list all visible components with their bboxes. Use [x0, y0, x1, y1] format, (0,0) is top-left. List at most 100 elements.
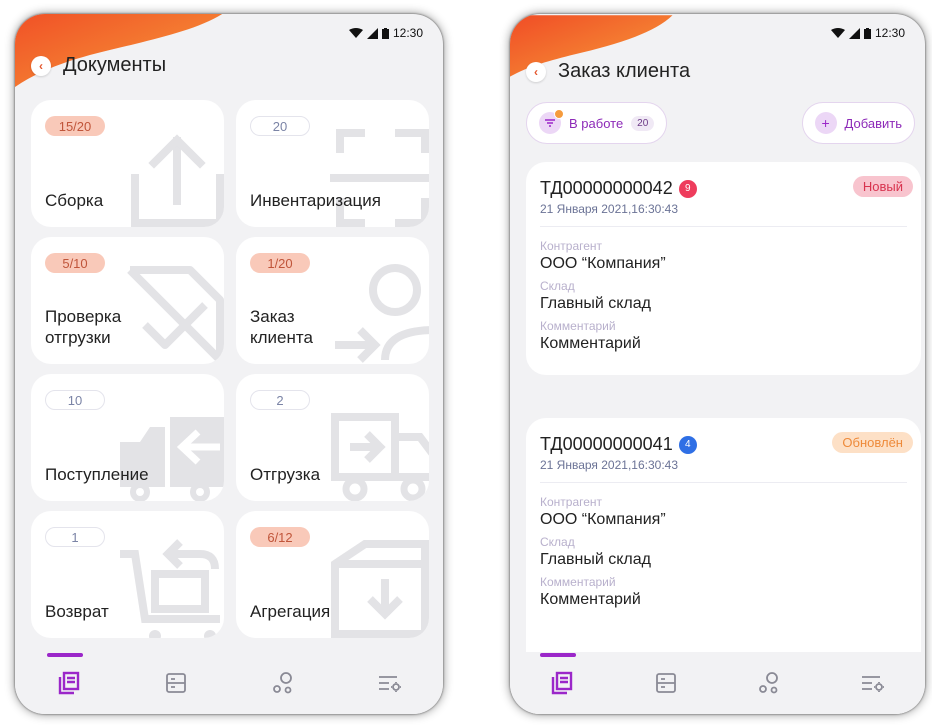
divider [540, 226, 907, 227]
counterparty-value: ООО “Компания” [540, 255, 666, 272]
add-label: Добавить [844, 115, 902, 131]
user-arrow-icon [335, 264, 429, 363]
tile-shipment-check[interactable]: 5/10 Проверка отгрузки [31, 237, 224, 364]
tile-label: Агрегация [250, 601, 331, 621]
order-count-badge: 4 [678, 435, 697, 454]
nav-circles[interactable] [739, 658, 799, 708]
settings-list-icon [378, 676, 401, 692]
tile-return[interactable]: 1 Возврат [31, 511, 224, 638]
counterparty-value: ООО “Компания” [540, 511, 666, 528]
signal-icon [366, 27, 378, 39]
page-title: Документы [63, 54, 167, 76]
status-bar: 12:30 [830, 24, 905, 42]
comment-label: Комментарий [540, 575, 616, 589]
tile-receipt[interactable]: 10 Поступление [31, 374, 224, 501]
warehouse-value: Главный склад [540, 295, 651, 312]
upload-icon [131, 134, 224, 227]
bottom-navigation [15, 652, 443, 714]
nav-list[interactable] [146, 658, 206, 708]
active-indicator [539, 653, 576, 657]
warehouse-label: Склад [540, 279, 575, 293]
battery-icon [381, 27, 389, 39]
filter-count: 20 [631, 115, 655, 131]
count-badge: 5/10 [45, 253, 105, 273]
tile-assembly[interactable]: 15/20 Сборка [31, 100, 224, 227]
tile-inventory[interactable]: 20 Инвентаризация [236, 100, 429, 227]
customer-order-screen: 12:30 ‹ Заказ клиента В работе 20 + Доба… [510, 14, 925, 714]
back-button[interactable]: ‹ [526, 61, 546, 82]
add-button[interactable]: + Добавить [801, 102, 915, 144]
comment-value: Комментарий [540, 335, 641, 352]
order-date: 21 Января 2021,16:30:43 [540, 202, 678, 216]
count-badge: 1 [45, 527, 105, 547]
counterparty-label: Контрагент [540, 495, 603, 509]
page-title: Заказ клиента [558, 60, 691, 82]
filter-icon [539, 109, 564, 134]
tile-label: Заказ клиента [250, 306, 313, 347]
count-badge: 1/20 [250, 253, 310, 273]
wifi-icon [348, 28, 363, 38]
tile-label: Сборка [45, 190, 104, 210]
screen-header: ‹ Документы [31, 54, 166, 77]
count-badge: 6/12 [250, 527, 310, 547]
nav-list[interactable] [636, 658, 696, 708]
circles-icon [272, 672, 292, 694]
chevron-left-icon: ‹ [39, 58, 43, 73]
wifi-icon [830, 28, 845, 38]
document-check-icon [127, 266, 224, 364]
order-card[interactable]: ТД00000000042 9 Новый 21 Января 2021,16:… [526, 162, 921, 375]
documents-screen: 12:30 ‹ Документы 15/20 Сборка 20 Инвент… [15, 14, 443, 714]
chevron-left-icon: ‹ [534, 64, 538, 79]
tile-label: Проверка отгрузки [45, 306, 122, 347]
order-number: ТД00000000042 [540, 178, 673, 198]
documents-icon [58, 671, 79, 695]
order-header: ТД00000000042 9 [540, 178, 907, 199]
order-count-badge: 9 [678, 179, 697, 198]
back-button[interactable]: ‹ [31, 55, 51, 76]
truck-outgoing-icon [331, 413, 429, 501]
tile-label: Возврат [45, 601, 109, 621]
circles-icon [759, 672, 779, 694]
nav-settings[interactable] [843, 658, 903, 708]
signal-icon [848, 27, 860, 39]
cart-return-icon [120, 539, 220, 638]
settings-list-icon [862, 676, 885, 692]
comment-label: Комментарий [540, 319, 616, 333]
list-icon [655, 673, 676, 693]
count-badge: 2 [250, 390, 310, 410]
tile-label: Инвентаризация [250, 190, 381, 210]
comment-value: Комментарий [540, 591, 641, 608]
tile-label: Поступление [45, 464, 149, 484]
status-time: 12:30 [392, 26, 423, 40]
filter-label: В работе [569, 115, 624, 131]
nav-settings[interactable] [360, 658, 420, 708]
nav-documents[interactable] [39, 653, 99, 708]
status-time: 12:30 [874, 26, 905, 40]
screen-header: ‹ Заказ клиента [526, 60, 690, 83]
count-badge: 10 [45, 390, 105, 410]
plus-icon: + [814, 112, 837, 134]
counterparty-label: Контрагент [540, 239, 603, 253]
tile-shipment[interactable]: 2 Отгрузка [236, 374, 429, 501]
status-filter-chip[interactable]: В работе 20 [526, 102, 668, 144]
count-badge: 20 [250, 116, 310, 136]
tile-label: Отгрузка [250, 464, 321, 484]
documents-icon [551, 671, 573, 695]
bottom-navigation [510, 652, 925, 714]
count-badge: 15/20 [45, 116, 105, 136]
tile-customer-order[interactable]: 1/20 Заказ клиента [236, 237, 429, 364]
nav-circles[interactable] [253, 658, 313, 708]
status-badge: Новый [852, 176, 913, 197]
nav-documents[interactable] [532, 653, 592, 708]
status-bar: 12:30 [348, 24, 423, 42]
active-indicator [46, 653, 83, 657]
divider [540, 482, 907, 483]
truck-incoming-icon [120, 417, 224, 501]
warehouse-value: Главный склад [540, 551, 651, 568]
filter-bar: В работе 20 + Добавить [526, 102, 915, 144]
tile-aggregation[interactable]: 6/12 Агрегация [236, 511, 429, 638]
order-number: ТД00000000041 [540, 434, 673, 454]
filter-active-dot [554, 109, 564, 119]
warehouse-label: Склад [540, 535, 575, 549]
order-date: 21 Января 2021,16:30:43 [540, 458, 678, 472]
